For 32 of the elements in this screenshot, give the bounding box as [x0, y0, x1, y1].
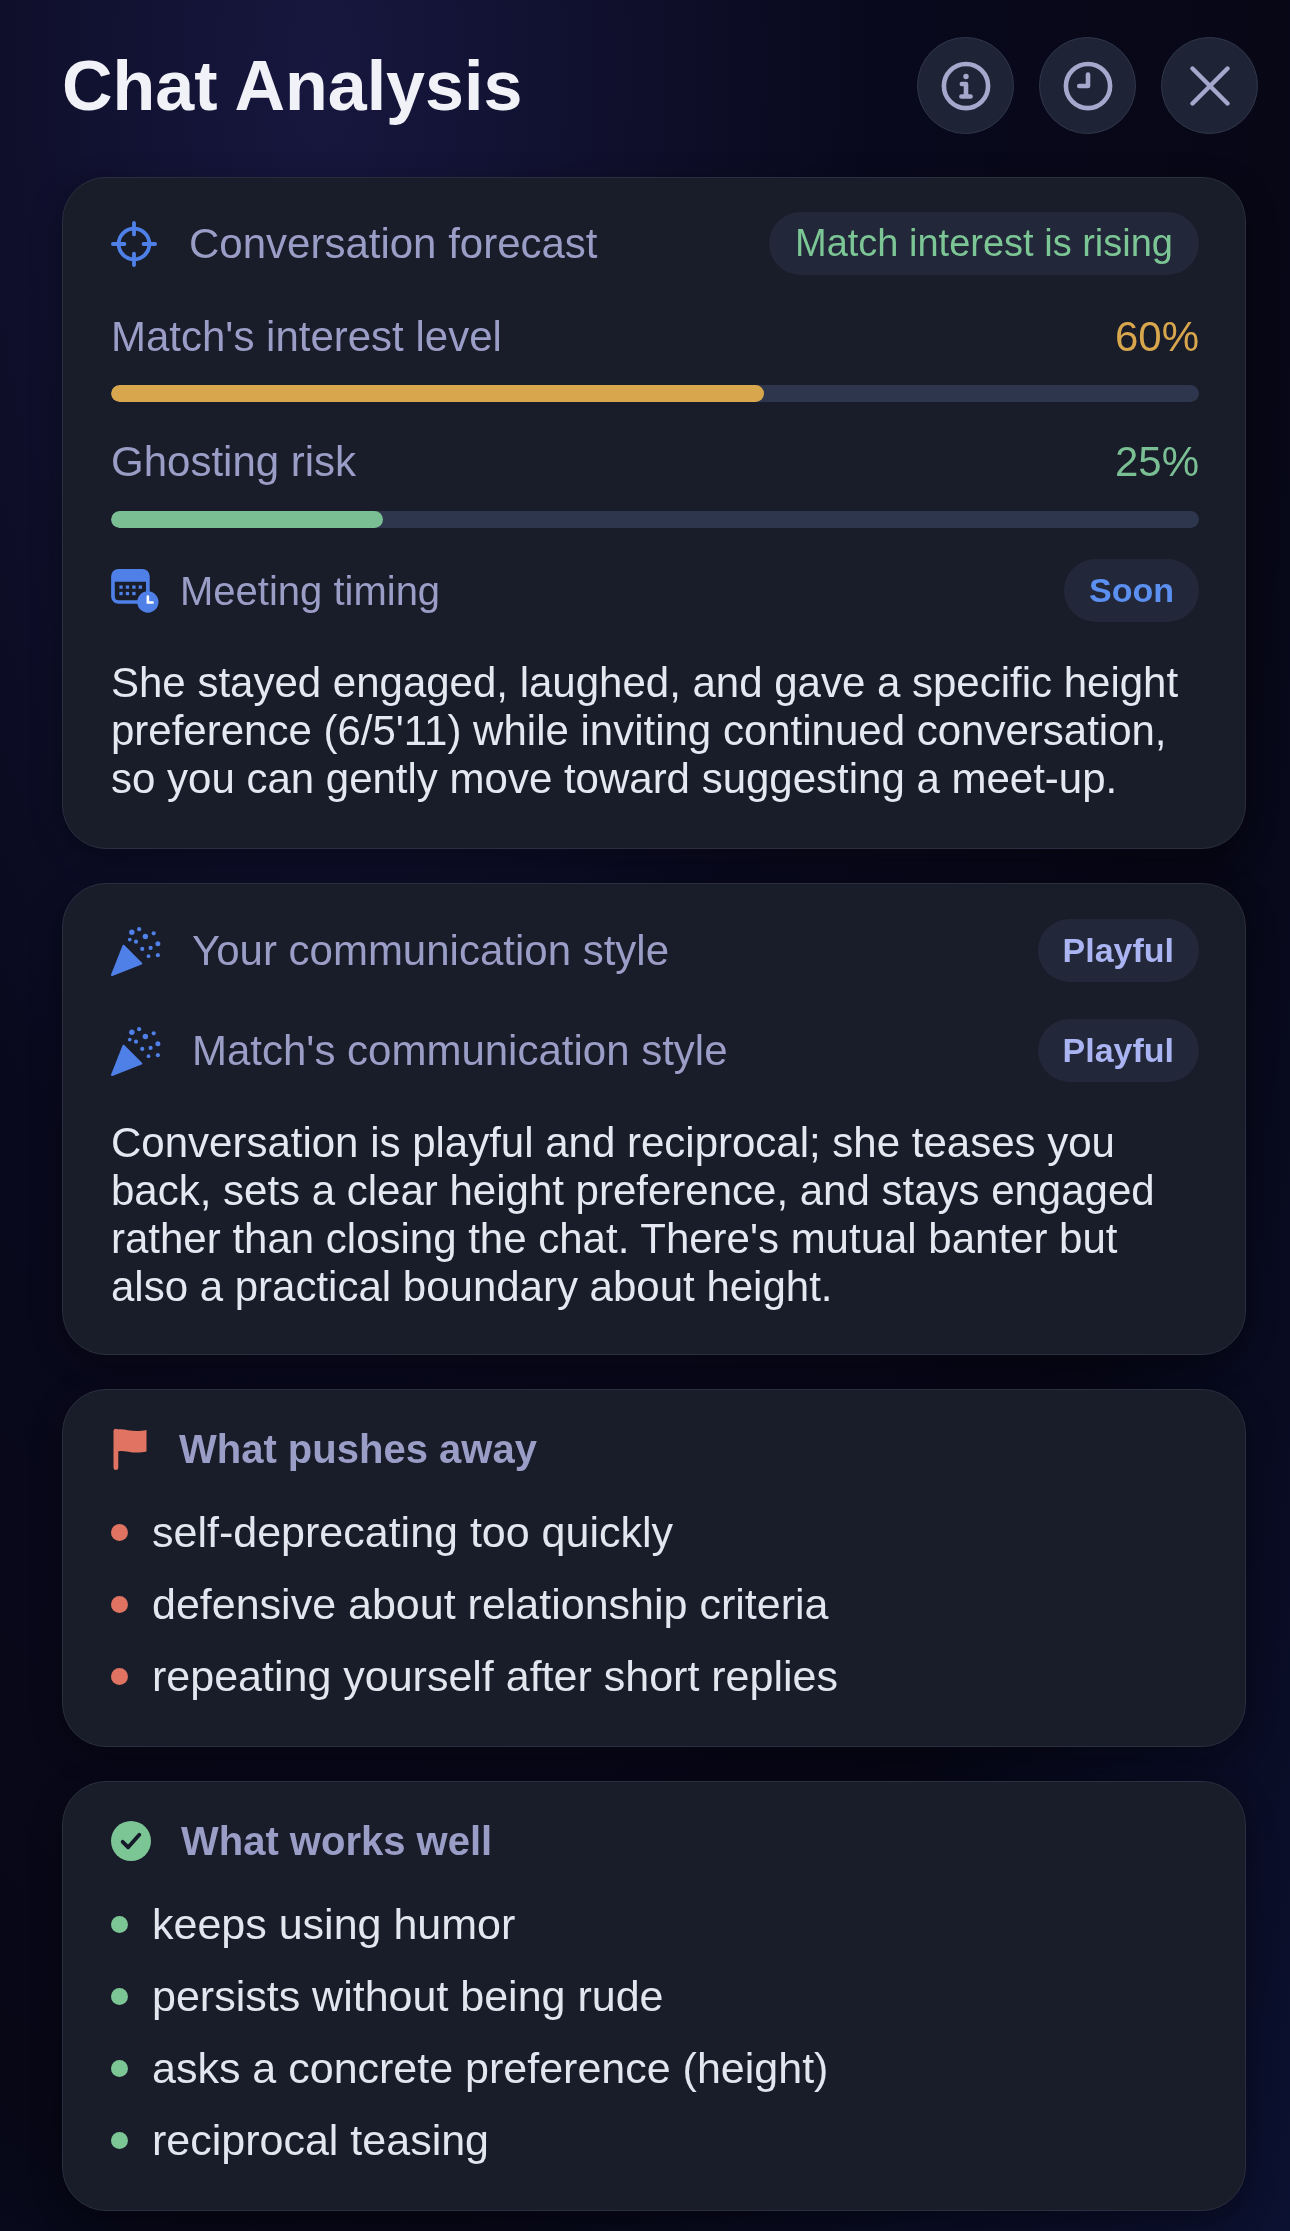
list-item-text: defensive about relationship criteria — [152, 1582, 829, 1626]
card-title: Conversation forecast — [189, 222, 598, 265]
style-badge: Playful — [1037, 919, 1199, 982]
trend-badge: Match interest is rising — [769, 212, 1199, 275]
timing-badge: Soon — [1064, 559, 1199, 622]
calendar-clock-icon — [111, 568, 159, 613]
style-badge: Playful — [1037, 1019, 1199, 1082]
list-item-text: repeating yourself after short replies — [152, 1654, 838, 1698]
meter-reading: 60% — [1114, 316, 1199, 358]
card-title: What works well — [181, 1821, 493, 1861]
summary-text: Conversation is playful and reciprocal; she teases you back, sets a clear height preference, and stays engaged rather than closing the chat. There's mutual banter but also a practical boundary about height. — [111, 1119, 1156, 1311]
check-circle-icon — [111, 1821, 151, 1861]
list-item-text: asks a concrete preference (height) — [152, 2046, 829, 2090]
list-item-text: self-deprecating too quickly — [152, 1510, 674, 1554]
flag-icon — [111, 1427, 149, 1471]
party-popper-icon — [111, 1025, 161, 1076]
meeting-label: Meeting timing — [180, 570, 441, 611]
close-icon — [1189, 65, 1230, 106]
party-popper-icon — [111, 925, 161, 976]
card-title: What pushes away — [179, 1429, 537, 1469]
meter-label: Match's interest level — [111, 316, 502, 358]
summary-text: She stayed engaged, laughed, and gave a specific height preference (6/5'11) while inviting continued conversation, so you can gently move toward suggesting a meet-up. — [111, 659, 1180, 803]
list-item-text: persists without being rude — [152, 1974, 664, 2018]
list-item-text: keeps using humor — [152, 1902, 516, 1946]
meter-reading: 25% — [1114, 441, 1199, 483]
style-label: Your communication style — [192, 929, 669, 972]
clock-icon — [1062, 60, 1113, 111]
info-icon — [940, 60, 991, 111]
list-item-text: reciprocal teasing — [152, 2118, 489, 2162]
style-label: Match's communication style — [192, 1029, 728, 1072]
crosshair-icon — [111, 220, 157, 267]
meter-label: Ghosting risk — [111, 441, 357, 483]
